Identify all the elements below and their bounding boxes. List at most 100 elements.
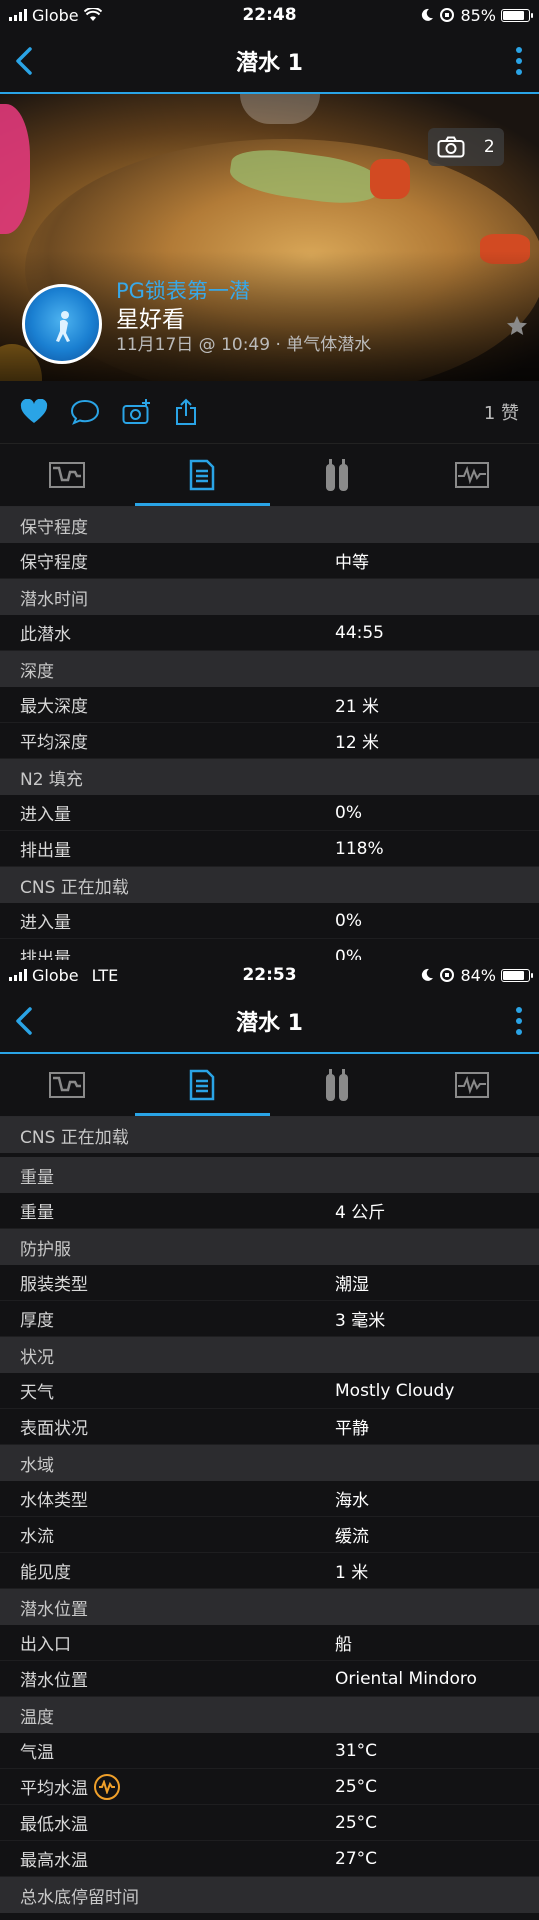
detail-row[interactable]: 出入口 船 xyxy=(0,1625,539,1661)
detail-value: 0% xyxy=(335,802,362,823)
detail-row[interactable]: 最高水温 27°C xyxy=(0,1841,539,1877)
back-icon[interactable] xyxy=(10,1003,40,1039)
detail-label-text: 气温 xyxy=(20,1743,54,1763)
tab-profile[interactable] xyxy=(0,1054,135,1116)
avatar[interactable] xyxy=(22,284,102,364)
dive-photo[interactable]: 2 PG锁表第一潜 星好看 11月17日 @ 10:49 · 单气体潜水 xyxy=(0,94,539,381)
detail-label-text: 排出量 xyxy=(20,949,71,960)
detail-label-text: 最低水温 xyxy=(20,1815,88,1835)
section-header: N2 填充 xyxy=(0,759,539,795)
detail-value: 31°C xyxy=(335,1740,378,1761)
tab-graph[interactable] xyxy=(404,444,539,506)
detail-label-text: 服装类型 xyxy=(20,1275,88,1295)
detail-label-text: 保守程度 xyxy=(20,553,88,573)
graph-icon xyxy=(454,1072,489,1098)
network-type: LTE xyxy=(91,965,119,985)
section-header: CNS 正在加载 xyxy=(0,867,539,903)
detail-row[interactable]: 最大深度 21 米 xyxy=(0,687,539,723)
camera-icon xyxy=(437,136,465,158)
detail-label-text: 平均深度 xyxy=(20,733,88,753)
detail-row[interactable]: 表面状况 平静 xyxy=(0,1409,539,1445)
detail-value: 船 xyxy=(335,1635,352,1655)
detail-row[interactable]: 重量 4 公斤 xyxy=(0,1193,539,1229)
more-options-icon[interactable] xyxy=(509,1004,529,1038)
detail-label: 气温 xyxy=(0,1738,335,1763)
detail-label: 天气 xyxy=(0,1378,335,1403)
tab-profile[interactable] xyxy=(0,444,135,506)
status-time: 22:48 xyxy=(242,5,297,25)
detail-label: 重量 xyxy=(0,1198,335,1223)
more-options-icon[interactable] xyxy=(509,44,529,78)
detail-label-text: 厚度 xyxy=(20,1311,54,1331)
detail-label-text: 进入量 xyxy=(20,913,71,933)
tab-details[interactable] xyxy=(134,1054,270,1116)
tab-graph[interactable] xyxy=(404,1054,539,1116)
section-header: 温度 xyxy=(0,1697,539,1733)
detail-label: 平均深度 xyxy=(0,728,335,753)
detail-label-text: 进入量 xyxy=(20,805,71,825)
detail-value: 25°C xyxy=(335,1812,378,1833)
details-document-icon xyxy=(189,1069,215,1101)
detail-value: 海水 xyxy=(335,1491,369,1511)
carrier-label: Globe xyxy=(32,5,79,25)
detail-row[interactable]: 水流 缓流 xyxy=(0,1517,539,1553)
detail-row[interactable]: 潜水位置 Oriental Mindoro xyxy=(0,1661,539,1697)
action-bar: 1 赞 xyxy=(0,381,539,444)
detail-label-text: 出入口 xyxy=(20,1635,71,1655)
tab-details[interactable] xyxy=(134,444,270,506)
detail-row[interactable]: 气温 31°C xyxy=(0,1733,539,1769)
screenshot-1: Globe 22:48 85% 潜水 1 2 PG锁表第一潜 星好看 11月17… xyxy=(0,0,539,960)
detail-value: 中等 xyxy=(335,553,369,573)
waveform-chart-icon[interactable] xyxy=(94,1773,120,1800)
star-icon[interactable] xyxy=(505,314,529,338)
detail-value: Mostly Cloudy xyxy=(335,1380,455,1401)
detail-label: 进入量 xyxy=(0,908,335,933)
page-title: 潜水 1 xyxy=(236,1011,303,1036)
detail-label: 最高水温 xyxy=(0,1846,335,1871)
detail-row[interactable]: 服装类型 潮湿 xyxy=(0,1265,539,1301)
detail-row[interactable]: 水体类型 海水 xyxy=(0,1481,539,1517)
heart-icon[interactable] xyxy=(20,399,48,425)
detail-label-text: 最大深度 xyxy=(20,697,88,717)
detail-label-text: 水体类型 xyxy=(20,1491,88,1511)
detail-label: 潜水位置 xyxy=(0,1666,335,1691)
detail-row[interactable]: 平均水温 25°C xyxy=(0,1769,539,1805)
likes-count[interactable]: 1 赞 xyxy=(484,399,519,425)
detail-row[interactable]: 保守程度 中等 xyxy=(0,543,539,579)
carrier-label: Globe xyxy=(32,965,79,985)
detail-value: 44:55 xyxy=(335,622,384,643)
detail-row[interactable]: 进入量 0% xyxy=(0,795,539,831)
detail-label: 最大深度 xyxy=(0,692,335,717)
photo-count: 2 xyxy=(483,137,495,157)
section-header: 深度 xyxy=(0,651,539,687)
tab-tanks[interactable] xyxy=(270,444,405,506)
detail-value: 118% xyxy=(335,838,384,859)
detail-row[interactable]: 厚度 3 毫米 xyxy=(0,1301,539,1337)
detail-label: 进入量 xyxy=(0,800,335,825)
detail-label-text: 潜水位置 xyxy=(20,1671,88,1691)
detail-row[interactable]: 排出量 0% xyxy=(0,939,539,960)
tab-tanks[interactable] xyxy=(270,1054,405,1116)
back-icon[interactable] xyxy=(10,43,40,79)
detail-row[interactable]: 平均深度 12 米 xyxy=(0,723,539,759)
detail-row[interactable]: 最低水温 25°C xyxy=(0,1805,539,1841)
share-icon[interactable] xyxy=(174,398,198,426)
detail-row[interactable]: 此潜水 44:55 xyxy=(0,615,539,651)
detail-row[interactable]: 进入量 0% xyxy=(0,903,539,939)
comment-icon[interactable] xyxy=(70,399,100,425)
section-header: 防护服 xyxy=(0,1229,539,1265)
dive-profile-icon xyxy=(49,462,86,488)
detail-label-text: 最高水温 xyxy=(20,1851,88,1871)
detail-row[interactable]: 天气 Mostly Cloudy xyxy=(0,1373,539,1409)
diver-icon xyxy=(56,311,70,342)
detail-label-text: 能见度 xyxy=(20,1563,71,1583)
photo-count-button[interactable]: 2 xyxy=(428,128,504,166)
detail-row[interactable]: 排出量 118% xyxy=(0,831,539,867)
detail-label: 水流 xyxy=(0,1522,335,1547)
status-time: 22:53 xyxy=(242,965,297,985)
detail-value: 缓流 xyxy=(335,1527,369,1547)
dive-meta: 11月17日 @ 10:49 · 单气体潜水 xyxy=(116,335,372,355)
detail-row[interactable]: 能见度 1 米 xyxy=(0,1553,539,1589)
detail-label-text: 平均水温 xyxy=(20,1779,88,1799)
add-photo-icon[interactable] xyxy=(122,398,152,426)
